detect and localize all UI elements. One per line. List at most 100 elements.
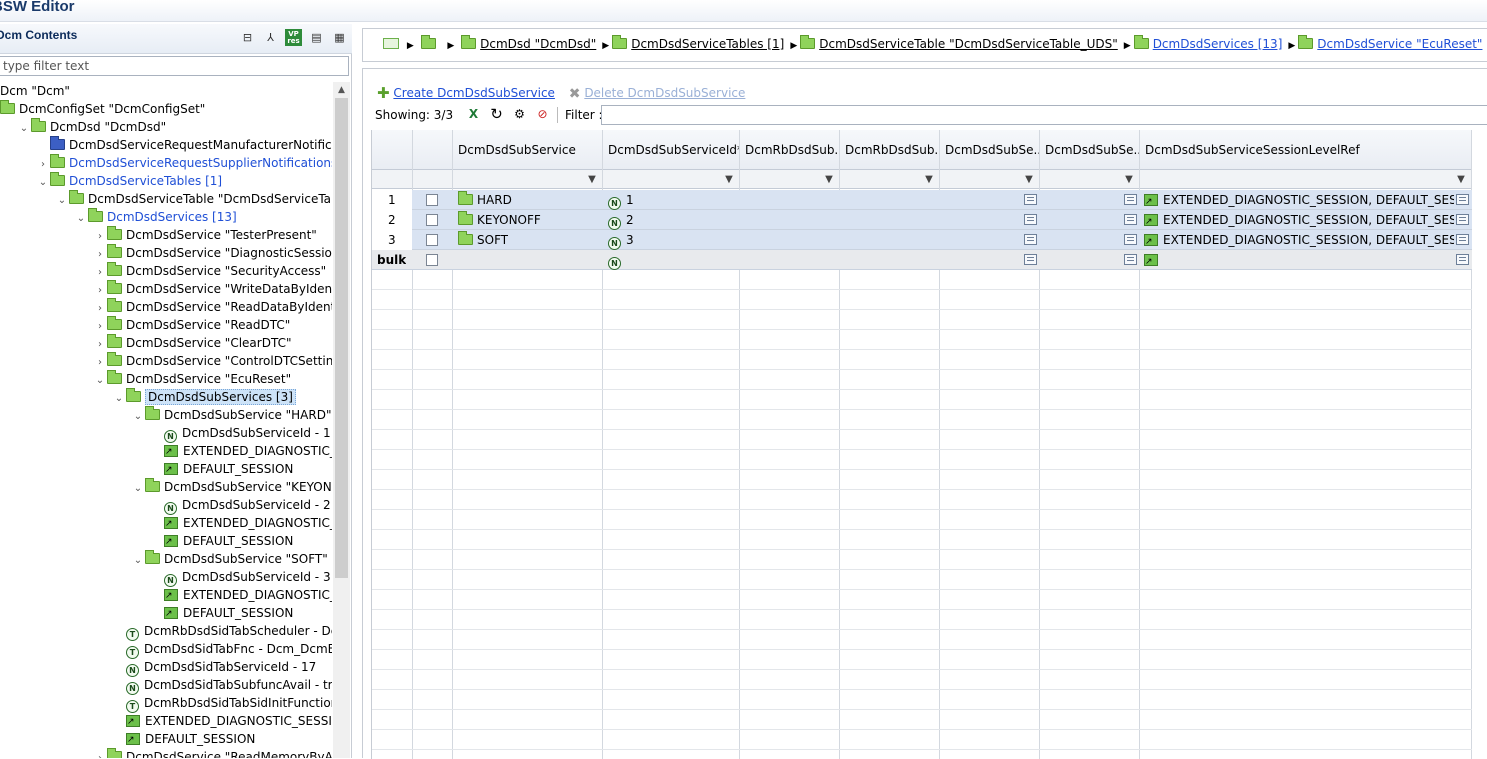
tree-item[interactable]: EXTENDED_DIAGNOSTIC_SESSION bbox=[150, 586, 332, 605]
tree-item[interactable]: ⌄ DcmDsdSubService "SOFT" bbox=[131, 550, 328, 568]
tree-item[interactable]: › DcmDsdService "TesterPresent" bbox=[93, 226, 317, 244]
root-folder-icon[interactable] bbox=[383, 38, 399, 49]
tree-scrollbar[interactable]: ▲ bbox=[333, 82, 350, 758]
list-edit-icon[interactable] bbox=[1024, 254, 1037, 265]
column-filter-icon[interactable] bbox=[1455, 172, 1467, 186]
tree-item[interactable]: › DcmDsdService "ReadMemoryByAddress" bbox=[93, 748, 332, 758]
chevron-down-icon[interactable]: ⌄ bbox=[93, 372, 107, 390]
row-checkbox[interactable] bbox=[426, 214, 438, 226]
tree-item[interactable]: N DcmDsdSidTabSubfuncAvail - true bbox=[112, 676, 332, 695]
tree-item[interactable]: › DcmDsdService "ClearDTC" bbox=[93, 334, 291, 352]
tree-item[interactable]: Dcm "Dcm" bbox=[0, 82, 70, 100]
subservice-id-cell[interactable]: N1 bbox=[608, 190, 634, 210]
chevron-down-icon[interactable]: ⌄ bbox=[74, 210, 88, 228]
subservice-id-cell[interactable]: N bbox=[608, 250, 626, 270]
chevron-down-icon[interactable]: ⌄ bbox=[112, 390, 126, 408]
delete-subservice-button[interactable]: ✖ Delete DcmDsdSubService bbox=[569, 86, 746, 102]
row-checkbox[interactable] bbox=[426, 254, 438, 266]
clear-filter-icon[interactable]: ⊘ bbox=[534, 105, 551, 123]
chevron-right-icon[interactable]: › bbox=[93, 750, 107, 758]
tree-item[interactable]: › DcmDsdService "ReadDTC" bbox=[93, 316, 290, 334]
column-filter-icon[interactable] bbox=[1023, 172, 1035, 186]
chevron-down-icon[interactable]: ⌄ bbox=[55, 192, 69, 210]
column-filter-icon[interactable] bbox=[586, 172, 598, 186]
breadcrumb-item[interactable]: DcmDsdServices [13] bbox=[1133, 35, 1282, 51]
tree-item[interactable]: ⌄ DcmDsdServiceTables [1] bbox=[36, 172, 222, 190]
list-edit-icon[interactable] bbox=[1456, 214, 1469, 225]
tree-filter-input[interactable]: type filter text bbox=[0, 56, 349, 76]
chevron-down-icon[interactable]: ⌄ bbox=[36, 174, 50, 192]
table-row[interactable]: 1HARDN1EXTENDED_DIAGNOSTIC_SESSION, DEFA… bbox=[372, 190, 1472, 210]
chevron-down-icon[interactable]: ⌄ bbox=[131, 408, 145, 426]
subservice-name-cell[interactable]: KEYONOFF bbox=[458, 210, 541, 230]
column-filter-icon[interactable] bbox=[923, 172, 935, 186]
tree-item[interactable]: TDcmRbDsdSidTabScheduler - DcmMain bbox=[112, 622, 332, 641]
tree-item[interactable]: ›DcmDsdService "DiagnosticSessionControl… bbox=[93, 244, 332, 262]
list-edit-icon[interactable] bbox=[1124, 194, 1137, 205]
tree-item[interactable]: EXTENDED_DIAGNOSTIC_SESSION bbox=[112, 712, 332, 731]
subservice-id-cell[interactable]: N2 bbox=[608, 210, 634, 230]
collapse-all-icon[interactable]: ⊟ bbox=[239, 29, 256, 46]
column-filter-icon[interactable] bbox=[823, 172, 835, 186]
table-row[interactable]: 3SOFTN3EXTENDED_DIAGNOSTIC_SESSION, DEFA… bbox=[372, 230, 1472, 250]
vip-res-icon[interactable]: VP res bbox=[285, 29, 302, 46]
tree-item[interactable]: ⌄ DcmDsdSubService "KEYONOFF" bbox=[131, 478, 332, 496]
tree-item[interactable]: DEFAULT_SESSION bbox=[150, 460, 293, 479]
tree-item[interactable]: ⌄ DcmDsdSubServices [3] bbox=[112, 388, 296, 406]
tree-item[interactable]: DEFAULT_SESSION bbox=[150, 532, 293, 551]
grid-filter-input[interactable] bbox=[601, 105, 1487, 125]
column-header[interactable]: DcmDsdSubServiceId* bbox=[602, 130, 739, 170]
chevron-down-icon[interactable]: ⌄ bbox=[17, 120, 31, 138]
chevron-down-icon[interactable]: ⌄ bbox=[131, 552, 145, 570]
tree-item[interactable]: N DcmDsdSubServiceId - 3 bbox=[150, 568, 331, 587]
folder-icon[interactable] bbox=[420, 35, 436, 49]
chevron-down-icon[interactable]: ⌄ bbox=[131, 480, 145, 498]
column-header[interactable]: DcmDsdSubServiceSessionLevelRef bbox=[1139, 130, 1471, 170]
list-edit-icon[interactable] bbox=[1024, 194, 1037, 205]
list-edit-icon[interactable] bbox=[1456, 194, 1469, 205]
tree-item[interactable]: TDcmRbDsdSidTabSidInitFunction - Dcm bbox=[112, 694, 332, 713]
refresh-icon[interactable]: ↻ bbox=[488, 105, 505, 123]
session-level-ref-cell[interactable]: EXTENDED_DIAGNOSTIC_SESSION, DEFAULT_SES… bbox=[1144, 190, 1454, 210]
scroll-thumb[interactable] bbox=[335, 98, 348, 578]
breadcrumb-item[interactable]: DcmDsd "DcmDsd" bbox=[461, 35, 596, 51]
tree-item[interactable]: DEFAULT_SESSION bbox=[112, 730, 255, 749]
tree-item[interactable]: TDcmDsdSidTabFnc - Dcm_DcmEcuReset bbox=[112, 640, 332, 659]
row-checkbox[interactable] bbox=[426, 194, 438, 206]
list-edit-icon[interactable] bbox=[1124, 214, 1137, 225]
tree-item[interactable]: N DcmDsdSidTabServiceId - 17 bbox=[112, 658, 316, 677]
tree-item[interactable]: DcmConfigSet "DcmConfigSet" bbox=[0, 100, 205, 118]
tree-item[interactable]: › DcmDsdService "SecurityAccess" bbox=[93, 262, 326, 280]
list-edit-icon[interactable] bbox=[1024, 214, 1037, 225]
document-icon[interactable]: ▤ bbox=[308, 29, 325, 46]
bulk-row[interactable]: bulk N bbox=[372, 250, 1472, 270]
tree-item[interactable]: ›DcmDsdService "WriteDataByIdentifier" bbox=[93, 280, 332, 298]
tree-item[interactable]: › DcmDsdServiceRequestSupplierNotificatio… bbox=[36, 154, 332, 172]
scroll-up-icon[interactable]: ▲ bbox=[333, 82, 350, 98]
tree-item[interactable]: ›DcmDsdService "ReadDataByIdentifier" bbox=[93, 298, 332, 316]
breadcrumb-item[interactable]: DcmDsdServiceTable "DcmDsdServiceTable_U… bbox=[800, 35, 1118, 51]
column-filter-icon[interactable] bbox=[1123, 172, 1135, 186]
session-level-ref-cell[interactable]: EXTENDED_DIAGNOSTIC_SESSION, DEFAULT_SES… bbox=[1144, 230, 1454, 250]
tree-item[interactable]: ⌄ DcmDsdSubService "HARD" bbox=[131, 406, 332, 424]
tree-item[interactable]: ⌄ DcmDsdServiceTable "DcmDsdServiceTable_… bbox=[55, 190, 332, 208]
settings-icon[interactable]: ⚙ bbox=[511, 105, 528, 123]
tree-item[interactable]: EXTENDED_DIAGNOSTIC_SESSION bbox=[150, 514, 332, 533]
create-subservice-button[interactable]: ✚ Create DcmDsdSubService bbox=[377, 84, 555, 102]
session-level-ref-cell[interactable]: EXTENDED_DIAGNOSTIC_SESSION, DEFAULT_SES… bbox=[1144, 210, 1454, 230]
column-header[interactable]: DcmRbDsdSub... bbox=[739, 130, 839, 170]
list-edit-icon[interactable] bbox=[1456, 234, 1469, 245]
row-checkbox[interactable] bbox=[426, 234, 438, 246]
tree-item[interactable]: EXTENDED_DIAGNOSTIC_SESSION bbox=[150, 442, 332, 461]
tree-item[interactable]: N DcmDsdSubServiceId - 1 bbox=[150, 424, 331, 443]
breadcrumb-item[interactable]: DcmDsdService "EcuReset" bbox=[1298, 35, 1482, 51]
column-header[interactable]: DcmRbDsdSub... bbox=[839, 130, 939, 170]
list-edit-icon[interactable] bbox=[1124, 254, 1137, 265]
tree-item[interactable]: ⌄ DcmDsd "DcmDsd" bbox=[17, 118, 166, 136]
tree-item[interactable]: DcmDsdServiceRequestManufacturerNotifica… bbox=[36, 136, 332, 154]
excel-export-icon[interactable]: X bbox=[465, 105, 482, 123]
tree-item[interactable]: N DcmDsdSubServiceId - 2 bbox=[150, 496, 331, 515]
subservice-name-cell[interactable]: SOFT bbox=[458, 230, 508, 250]
column-header[interactable]: DcmDsdSubSe... bbox=[939, 130, 1039, 170]
tree-item[interactable]: ⌄ DcmDsdServices [13] bbox=[74, 208, 237, 226]
